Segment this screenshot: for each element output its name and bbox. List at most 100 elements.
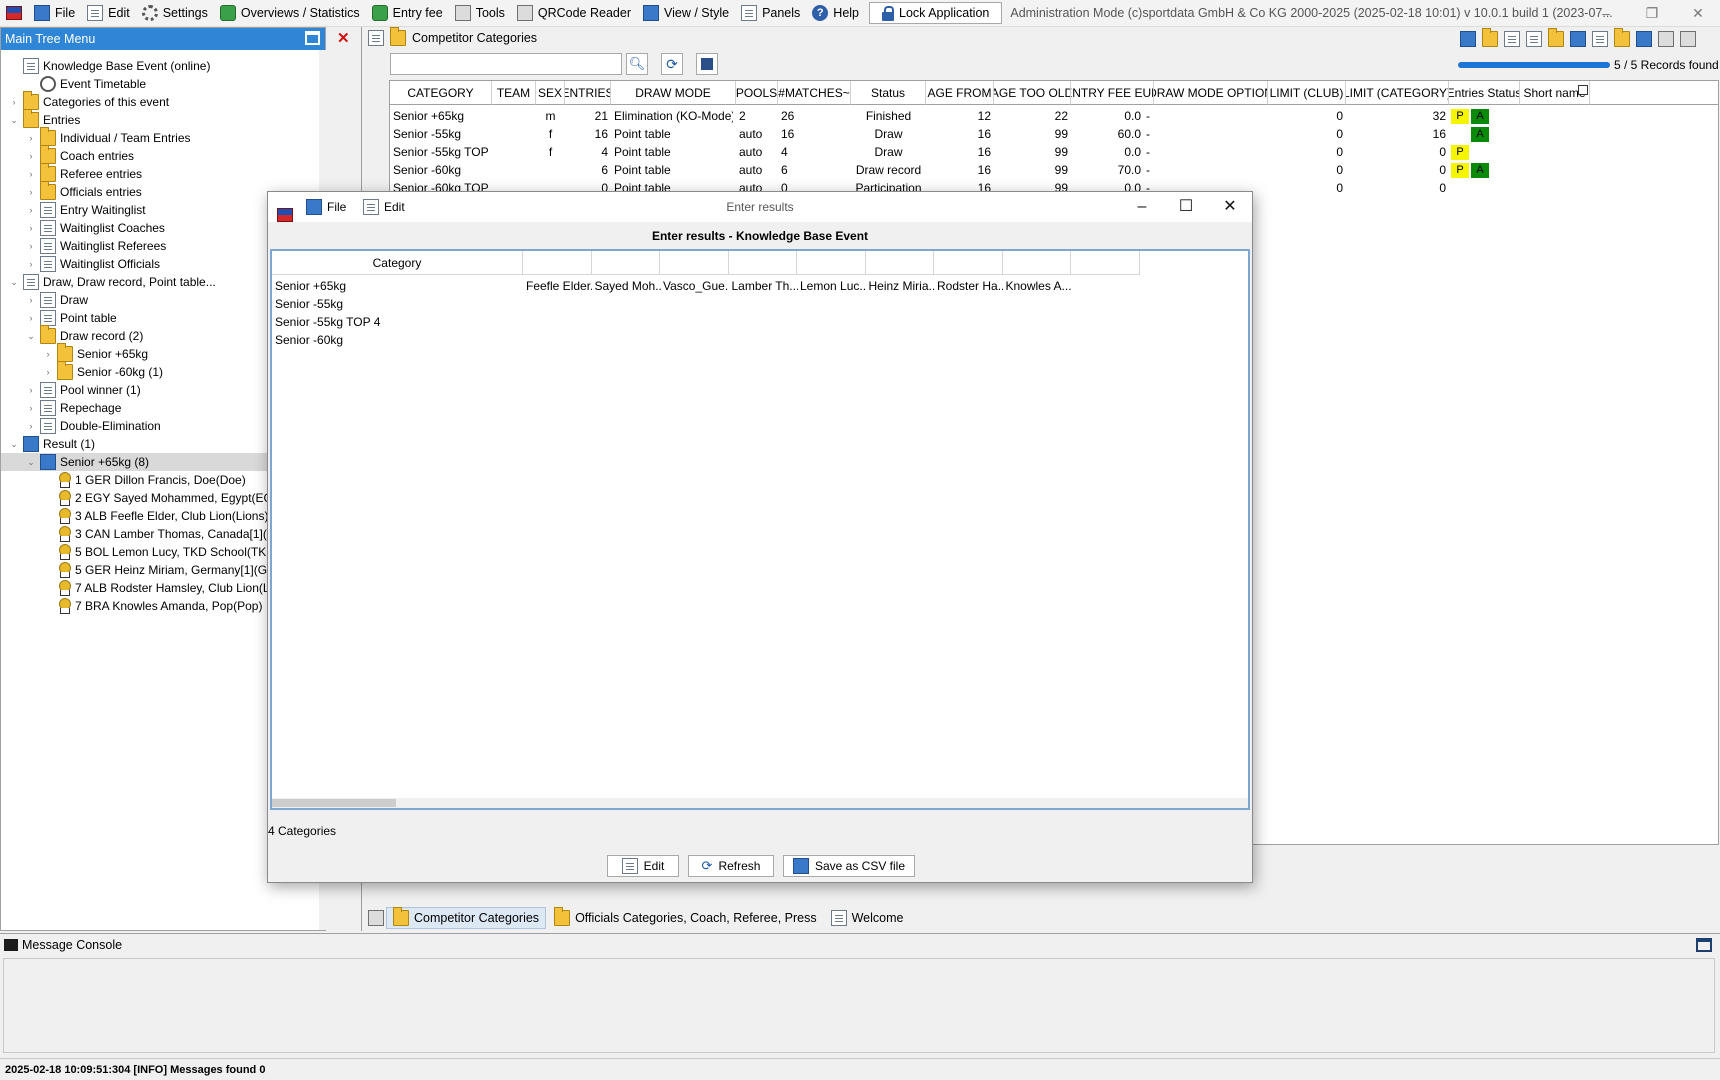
tree-item[interactable]: ⌄ Result (1) bbox=[9, 435, 95, 453]
expand-toggle-icon[interactable]: › bbox=[26, 187, 36, 197]
horizontal-scrollbar[interactable] bbox=[272, 798, 1248, 808]
column-header[interactable]: LIMIT (CATEGORY) bbox=[1346, 81, 1449, 105]
tab-welcome[interactable]: Welcome bbox=[825, 907, 910, 929]
refresh-button[interactable]: ⟳ bbox=[661, 53, 683, 75]
column-header[interactable]: TEAM bbox=[492, 81, 536, 105]
toolbar-icon-8[interactable] bbox=[1614, 28, 1630, 47]
tree-item[interactable]: Event Timetable bbox=[26, 75, 146, 93]
tree-item[interactable]: › Repechage bbox=[26, 399, 121, 417]
column-header[interactable]: AGE TOO OLD bbox=[994, 81, 1071, 105]
panel-toggle-icon[interactable] bbox=[368, 910, 384, 926]
competitor-column-header[interactable] bbox=[523, 251, 592, 275]
competitor-column-header[interactable] bbox=[1071, 251, 1140, 275]
close-app-icon[interactable]: ✕ bbox=[1678, 0, 1718, 27]
tab-officials-categories[interactable]: Officials Categories, Coach, Referee, Pr… bbox=[548, 907, 823, 929]
expand-toggle-icon[interactable]: › bbox=[26, 241, 36, 251]
expand-toggle-icon[interactable]: ⌄ bbox=[9, 439, 19, 450]
competitor-cell[interactable]: Sayed Moh... bbox=[595, 277, 661, 295]
column-header[interactable]: ENTRY FEE EUR bbox=[1071, 81, 1154, 105]
dialog-maximize-icon[interactable]: ☐ bbox=[1164, 192, 1208, 222]
competitor-column-header[interactable] bbox=[591, 251, 660, 275]
competitor-column-header[interactable] bbox=[728, 251, 797, 275]
menu-view-style[interactable]: View / Style bbox=[637, 0, 735, 26]
menu-entry-fee[interactable]: Entry fee bbox=[366, 0, 449, 26]
tree-item[interactable]: › Double-Elimination bbox=[26, 417, 161, 435]
minimize-icon[interactable]: – bbox=[1586, 0, 1626, 27]
tree-item[interactable]: ⌄ Draw, Draw record, Point table... bbox=[9, 273, 216, 291]
competitor-cell[interactable]: Feefle Elder... bbox=[526, 277, 592, 295]
menu-tools[interactable]: Tools bbox=[449, 0, 511, 26]
restore-icon[interactable]: ❐ bbox=[1632, 0, 1672, 27]
competitor-cell[interactable]: Rodster Ha... bbox=[937, 277, 1003, 295]
lock-application-button[interactable]: Lock Application bbox=[869, 2, 1003, 24]
close-panel-icon[interactable]: ✕ bbox=[337, 29, 350, 47]
expand-toggle-icon[interactable]: ⌄ bbox=[9, 277, 19, 288]
competitor-cell[interactable]: Knowles A... bbox=[1006, 277, 1072, 295]
search-button[interactable]: 🔍︎ bbox=[626, 53, 648, 75]
expand-toggle-icon[interactable]: › bbox=[26, 385, 36, 395]
tree-item[interactable]: 3 CAN Lamber Thomas, Canada[1]( bbox=[43, 525, 267, 543]
tree-item[interactable]: 2 EGY Sayed Mohammed, Egypt(EG bbox=[43, 489, 273, 507]
dialog-minimize-icon[interactable]: – bbox=[1120, 192, 1164, 222]
dialog-menu-file[interactable]: File bbox=[306, 199, 346, 215]
expand-toggle-icon[interactable]: › bbox=[26, 295, 36, 305]
tree-item[interactable]: › Waitinglist Officials bbox=[26, 255, 160, 273]
category-row[interactable]: Senior -55kg bbox=[275, 295, 515, 313]
competitor-column-header[interactable] bbox=[660, 251, 729, 275]
menu-panels[interactable]: Panels bbox=[735, 0, 806, 26]
save-button[interactable] bbox=[696, 53, 718, 75]
column-header[interactable]: POOLS bbox=[736, 81, 778, 105]
expand-toggle-icon[interactable]: › bbox=[26, 205, 36, 215]
competitor-cell[interactable]: Heinz Miria... bbox=[869, 277, 935, 295]
tree-item[interactable]: ⌄ Draw record (2) bbox=[26, 325, 143, 345]
column-header[interactable]: ENTRIES bbox=[565, 81, 611, 105]
expand-toggle-icon[interactable]: › bbox=[9, 97, 19, 107]
category-row[interactable]: Senior +65kg bbox=[275, 277, 515, 295]
toolbar-icon-9[interactable] bbox=[1636, 31, 1652, 47]
tree-item[interactable]: › Draw bbox=[26, 291, 88, 309]
dialog-menu-edit[interactable]: Edit bbox=[363, 199, 405, 215]
toolbar-icon-2[interactable] bbox=[1482, 28, 1498, 47]
app-logo[interactable] bbox=[0, 0, 28, 26]
toolbar-icon-4[interactable] bbox=[1526, 31, 1542, 47]
column-header[interactable]: Entries Status bbox=[1449, 81, 1520, 105]
tree-item[interactable]: › Entry Waitinglist bbox=[26, 201, 146, 219]
toolbar-icon-5[interactable] bbox=[1548, 28, 1564, 47]
tree-item[interactable]: 7 ALB Rodster Hamsley, Club Lion(L bbox=[43, 579, 270, 597]
search-input[interactable] bbox=[390, 53, 622, 75]
expand-toggle-icon[interactable]: › bbox=[26, 403, 36, 413]
column-header[interactable]: Status bbox=[851, 81, 926, 105]
competitor-cell[interactable]: Vasco_Gue... bbox=[663, 277, 729, 295]
column-header[interactable]: CATEGORY bbox=[390, 81, 492, 105]
competitor-cell[interactable]: Lemon Luc... bbox=[800, 277, 866, 295]
toolbar-icon-6[interactable] bbox=[1570, 31, 1586, 47]
close-panel-icon[interactable] bbox=[1680, 31, 1696, 47]
tree-item[interactable]: 3 ALB Feefle Elder, Club Lion(Lions) bbox=[43, 507, 268, 525]
tree-item[interactable]: 5 GER Heinz Miriam, Germany[1](GE bbox=[43, 561, 275, 579]
maximize-panel-icon[interactable] bbox=[305, 31, 320, 45]
expand-toggle-icon[interactable]: › bbox=[26, 421, 36, 431]
expand-toggle-icon[interactable]: › bbox=[43, 367, 53, 377]
tree-item[interactable]: 5 BOL Lemon Lucy, TKD School(TKD bbox=[43, 543, 275, 561]
category-row[interactable]: Senior -60kg bbox=[275, 331, 515, 349]
toolbar-icon-7[interactable] bbox=[1592, 31, 1608, 47]
save-csv-button[interactable]: Save as CSV file bbox=[783, 855, 915, 877]
edit-button[interactable]: Edit bbox=[607, 855, 679, 877]
scroll-thumb[interactable] bbox=[272, 799, 396, 807]
menu-settings[interactable]: Settings bbox=[136, 0, 214, 26]
competitor-column-header[interactable] bbox=[865, 251, 934, 275]
tab-competitor-categories[interactable]: Competitor Categories bbox=[386, 907, 547, 929]
expand-toggle-icon[interactable]: › bbox=[26, 133, 36, 143]
toolbar-icon-3[interactable] bbox=[1504, 31, 1520, 47]
tree-item[interactable]: 7 BRA Knowles Amanda, Pop(Pop) bbox=[43, 597, 262, 615]
expand-toggle-icon[interactable]: › bbox=[26, 169, 36, 179]
competitor-column-header[interactable] bbox=[934, 251, 1003, 275]
menu-edit[interactable]: Edit bbox=[81, 0, 136, 26]
menu-overviews[interactable]: Overviews / Statistics bbox=[214, 0, 366, 26]
maximize-console-icon[interactable] bbox=[1696, 938, 1712, 952]
column-header[interactable]: DRAW MODE bbox=[611, 81, 736, 105]
dialog-close-icon[interactable]: ✕ bbox=[1208, 192, 1252, 222]
tree-item[interactable]: › Senior -60kg (1) bbox=[43, 361, 163, 381]
menu-qrcode[interactable]: QRCode Reader bbox=[511, 0, 637, 26]
tree-item[interactable]: › Officials entries bbox=[26, 181, 142, 201]
